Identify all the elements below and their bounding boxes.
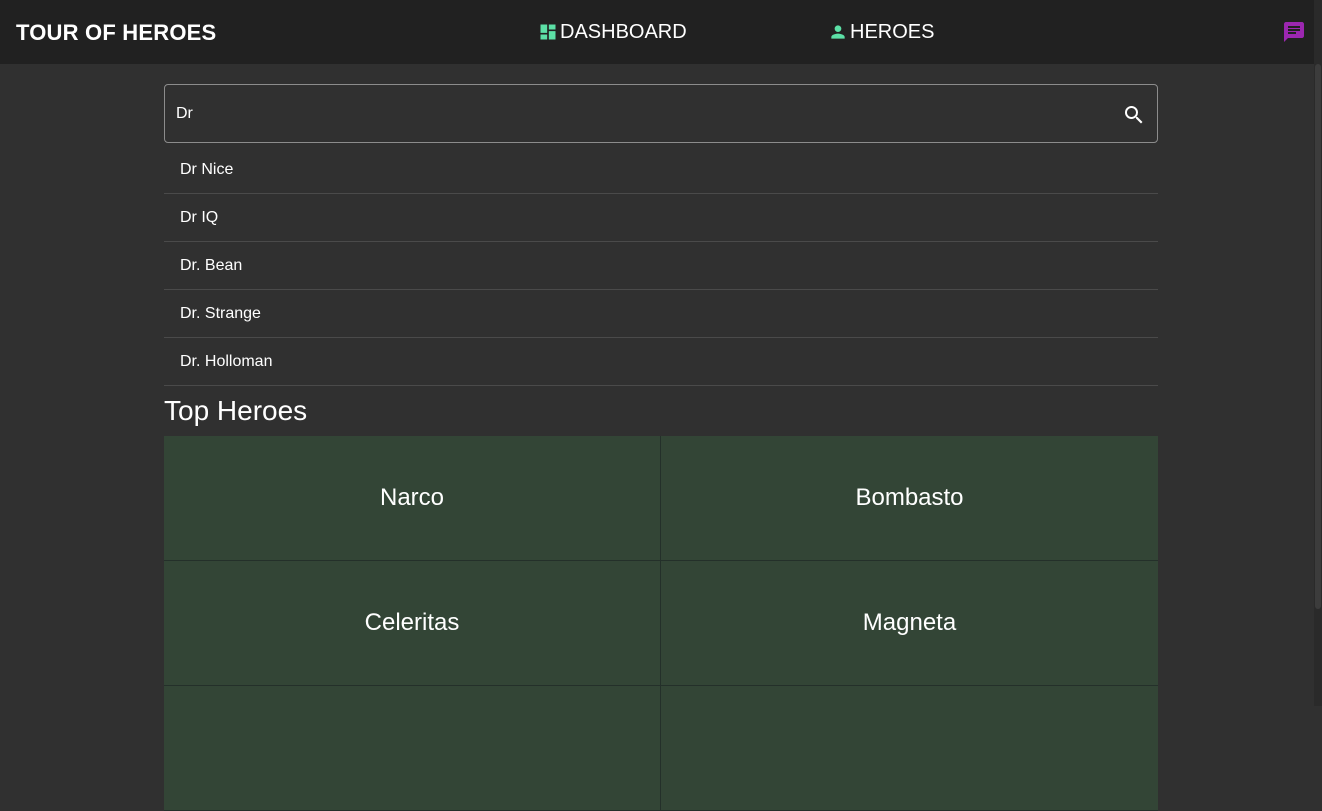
- hero-tile[interactable]: Bombasto: [661, 436, 1158, 561]
- hero-tile[interactable]: [661, 686, 1158, 811]
- message-icon[interactable]: [1282, 20, 1306, 44]
- search-icon[interactable]: [1122, 103, 1146, 127]
- person-icon: [828, 22, 848, 42]
- hero-search-field[interactable]: [164, 84, 1158, 143]
- nav-heroes-label: HEROES: [850, 21, 935, 43]
- search-input[interactable]: [176, 101, 1106, 127]
- page-scrollbar[interactable]: [1314, 0, 1322, 706]
- hero-tile[interactable]: Celeritas: [164, 561, 661, 686]
- nav-heroes-link[interactable]: HEROES: [828, 19, 934, 45]
- search-result-item[interactable]: Dr. Bean: [164, 242, 1158, 290]
- search-result-item[interactable]: Dr. Strange: [164, 290, 1158, 338]
- scrollbar-thumb[interactable]: [1315, 64, 1321, 609]
- search-results-list: Dr Nice Dr IQ Dr. Bean Dr. Strange Dr. H…: [164, 146, 1158, 386]
- hero-tile[interactable]: [164, 686, 661, 811]
- nav-dashboard-link[interactable]: DASHBOARD: [538, 19, 687, 45]
- top-heroes-grid: Narco Bombasto Celeritas Magneta: [164, 436, 1158, 811]
- top-toolbar: TOUR OF HEROES DASHBOARD HEROES: [0, 0, 1314, 64]
- search-result-item[interactable]: Dr Nice: [164, 146, 1158, 194]
- top-heroes-heading: Top Heroes: [164, 395, 308, 426]
- search-result-item[interactable]: Dr IQ: [164, 194, 1158, 242]
- dashboard-icon: [538, 22, 558, 42]
- search-result-item[interactable]: Dr. Holloman: [164, 338, 1158, 386]
- hero-tile[interactable]: Magneta: [661, 561, 1158, 686]
- app-title: TOUR OF HEROES: [16, 20, 217, 45]
- nav-dashboard-label: DASHBOARD: [560, 21, 687, 43]
- hero-tile[interactable]: Narco: [164, 436, 661, 561]
